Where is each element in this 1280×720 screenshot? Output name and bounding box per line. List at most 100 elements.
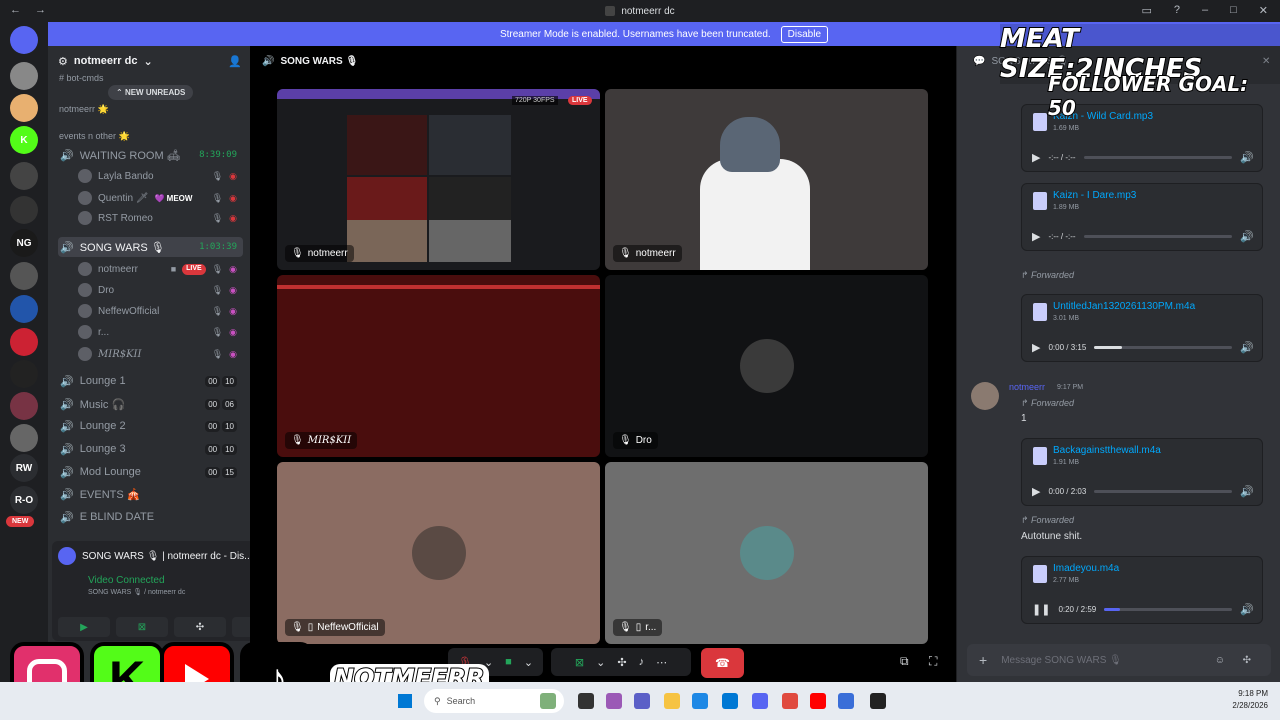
play-icon[interactable]: ▶ bbox=[1032, 485, 1040, 498]
windows-start-icon[interactable] bbox=[398, 694, 412, 708]
file-name[interactable]: Imadeyou.m4a bbox=[1053, 563, 1119, 574]
chrome-icon[interactable] bbox=[782, 693, 798, 709]
voice-channel-lounge[interactable]: 🔊 Lounge 2 00 10 bbox=[58, 416, 243, 436]
teams-icon[interactable] bbox=[634, 693, 650, 709]
server-icon[interactable] bbox=[10, 328, 38, 356]
play-icon[interactable]: ▶ bbox=[1032, 230, 1040, 243]
video-tile-neffew[interactable]: 🎙 ▯ NeffewOfficial bbox=[277, 462, 600, 644]
channel-blind-date[interactable]: 🔊 E BLIND DATE bbox=[58, 507, 243, 527]
voice-channel-songwars[interactable]: 🔊 SONG WARS 🎙 1:03:39 bbox=[58, 237, 243, 257]
server-icon[interactable] bbox=[10, 392, 38, 420]
audio-progress[interactable] bbox=[1094, 346, 1233, 349]
maximize-button[interactable]: □ bbox=[1230, 4, 1237, 17]
camera-icon[interactable]: ■ bbox=[505, 656, 512, 668]
new-unreads-pill[interactable]: ⌃ NEW UNREADS bbox=[108, 85, 194, 100]
inbox-icon[interactable]: ▭ bbox=[1141, 4, 1151, 17]
screenshare-button[interactable]: ⊠ bbox=[116, 617, 168, 637]
file-name[interactable]: UntitledJan1320261130PM.m4a bbox=[1053, 301, 1195, 312]
server-icon[interactable] bbox=[10, 62, 38, 90]
video-tile-mirskii[interactable]: 🎙 MIR$KII bbox=[277, 275, 600, 457]
file-explorer-icon[interactable] bbox=[664, 693, 680, 709]
server-icon[interactable]: R-O bbox=[10, 486, 38, 514]
activities-icon[interactable]: ✣ bbox=[617, 656, 626, 669]
voice-user[interactable]: r... 🎙 ◉ bbox=[78, 323, 243, 341]
volume-icon[interactable]: 🔊 bbox=[1240, 341, 1254, 354]
video-tile-r[interactable]: 🎙 ▯ r... bbox=[605, 462, 928, 644]
voice-user[interactable]: RST Romeo 🎙 ◉ bbox=[78, 209, 243, 227]
task-view-icon[interactable] bbox=[578, 693, 594, 709]
back-arrow-icon[interactable]: ← bbox=[10, 4, 21, 16]
audio-attachment[interactable]: Kaizn - I Dare.mp3 1.89 MB ▶ -:-- / -:-- 🔊 bbox=[1021, 183, 1263, 251]
youtube-icon[interactable] bbox=[810, 693, 826, 709]
server-icon[interactable] bbox=[10, 162, 38, 190]
audio-attachment[interactable]: Backagainstthewall.m4a 1.91 MB ▶ 0:00 / 2:0… bbox=[1021, 438, 1263, 506]
help-icon[interactable]: ? bbox=[1174, 4, 1180, 17]
minimize-button[interactable]: – bbox=[1202, 4, 1208, 17]
server-icon[interactable] bbox=[10, 360, 38, 388]
category-events[interactable]: events n other 🌟 bbox=[59, 131, 130, 142]
voice-user[interactable]: NeffewOfficial 🎙 ◉ bbox=[78, 302, 243, 320]
clock[interactable]: 9:18 PM 2/28/2026 bbox=[1232, 688, 1268, 712]
audio-attachment[interactable]: Imadeyou.m4a 2.77 MB ❚❚ 0:20 / 2:59 🔊 bbox=[1021, 556, 1263, 624]
popout-icon[interactable]: ⧉ bbox=[900, 654, 909, 669]
apps-icon[interactable]: ✣ bbox=[1243, 655, 1251, 666]
server-icon[interactable] bbox=[10, 196, 38, 224]
voice-user[interactable]: Dro 🎙 ◉ bbox=[78, 281, 243, 299]
leave-call-button[interactable]: ☎ bbox=[701, 648, 744, 678]
activities-button[interactable]: ✣ bbox=[174, 617, 226, 637]
pause-icon[interactable]: ❚❚ bbox=[1032, 603, 1050, 616]
file-name[interactable]: Backagainstthewall.m4a bbox=[1053, 445, 1161, 456]
audio-attachment[interactable]: UntitledJan1320261130PM.m4a 3.01 MB ▶ 0:00 … bbox=[1021, 294, 1263, 362]
volume-icon[interactable]: 🔊 bbox=[1240, 603, 1254, 616]
screenshare-icon[interactable]: ⊠ bbox=[575, 656, 584, 669]
channel-events[interactable]: 🔊 EVENTS 🎪 bbox=[58, 484, 243, 504]
avatar[interactable] bbox=[971, 382, 999, 410]
volume-icon[interactable]: 🔊 bbox=[1240, 151, 1254, 164]
audio-progress[interactable] bbox=[1083, 156, 1233, 159]
close-button[interactable]: ✕ bbox=[1259, 4, 1268, 17]
chevron-down-icon[interactable]: ⌄ bbox=[596, 656, 605, 669]
disable-button[interactable]: Disable bbox=[780, 25, 829, 43]
server-icon[interactable] bbox=[10, 295, 38, 323]
channel-bot-cmds[interactable]: # bot-cmds bbox=[59, 73, 104, 83]
chevron-down-icon[interactable]: ⌄ bbox=[524, 656, 533, 669]
voice-user[interactable]: MIR$KII 🎙 ◉ bbox=[78, 345, 243, 363]
voice-user[interactable]: Quentin 🗡 💜 MEOW 🎙 ◉ bbox=[78, 189, 243, 207]
server-icon[interactable] bbox=[10, 94, 38, 122]
voice-channel-lounge[interactable]: 🔊 Lounge 3 00 10 bbox=[58, 439, 243, 459]
audio-progress[interactable] bbox=[1104, 608, 1233, 611]
add-member-icon[interactable]: 👤 bbox=[228, 55, 242, 68]
soundboard-icon[interactable]: ♪ bbox=[639, 656, 645, 668]
obs-icon[interactable] bbox=[870, 693, 886, 709]
guild-header[interactable]: ⚙ notmeerr dc ⌄ 👤 bbox=[48, 46, 250, 76]
server-icon[interactable] bbox=[10, 262, 38, 290]
widget-icon[interactable] bbox=[540, 693, 556, 709]
server-icon[interactable]: NG bbox=[10, 229, 38, 257]
new-pill[interactable]: NEW bbox=[6, 516, 35, 527]
server-icon[interactable]: RW bbox=[10, 454, 38, 482]
voice-user[interactable]: notmeerr ■ LIVE 🎙 ◉ bbox=[78, 260, 243, 278]
edge-icon[interactable] bbox=[692, 693, 708, 709]
message-author[interactable]: notmeerr bbox=[1009, 382, 1045, 392]
more-icon[interactable]: ⋯ bbox=[656, 656, 667, 669]
emoji-icon[interactable]: ☺ bbox=[1215, 655, 1225, 666]
voice-channel-lounge[interactable]: 🔊 Lounge 1 00 10 bbox=[58, 371, 243, 391]
voice-channel-lounge[interactable]: 🔊 Mod Lounge 00 15 bbox=[58, 462, 243, 482]
file-name[interactable]: Kaizn - I Dare.mp3 bbox=[1053, 190, 1136, 201]
fullscreen-icon[interactable]: ⛶ bbox=[929, 654, 937, 669]
video-tile-stream[interactable]: 720P 30FPS LIVE 🎙 notmeerr bbox=[277, 89, 600, 270]
plus-icon[interactable]: + bbox=[979, 652, 987, 668]
voice-channel-waiting[interactable]: 🔊 WAITING ROOM 🛋 8:39:09 bbox=[58, 145, 243, 165]
app-icon[interactable] bbox=[838, 693, 854, 709]
video-tile-dro[interactable]: 🎙 Dro bbox=[605, 275, 928, 457]
play-icon[interactable]: ▶ bbox=[1032, 341, 1040, 354]
voice-user[interactable]: Layla Bando 🎙 ◉ bbox=[78, 167, 243, 185]
forward-arrow-icon[interactable]: → bbox=[35, 4, 46, 16]
camera-button[interactable]: ▶ bbox=[58, 617, 110, 637]
server-icon[interactable]: K bbox=[10, 126, 38, 154]
store-icon[interactable] bbox=[722, 693, 738, 709]
video-tile-camera[interactable]: 🎙 notmeerr bbox=[605, 89, 928, 270]
server-icon[interactable] bbox=[10, 26, 38, 54]
message-input[interactable]: + Message SONG WARS 🎙 ☺ ✣ bbox=[967, 644, 1271, 676]
audio-progress[interactable] bbox=[1083, 235, 1233, 238]
